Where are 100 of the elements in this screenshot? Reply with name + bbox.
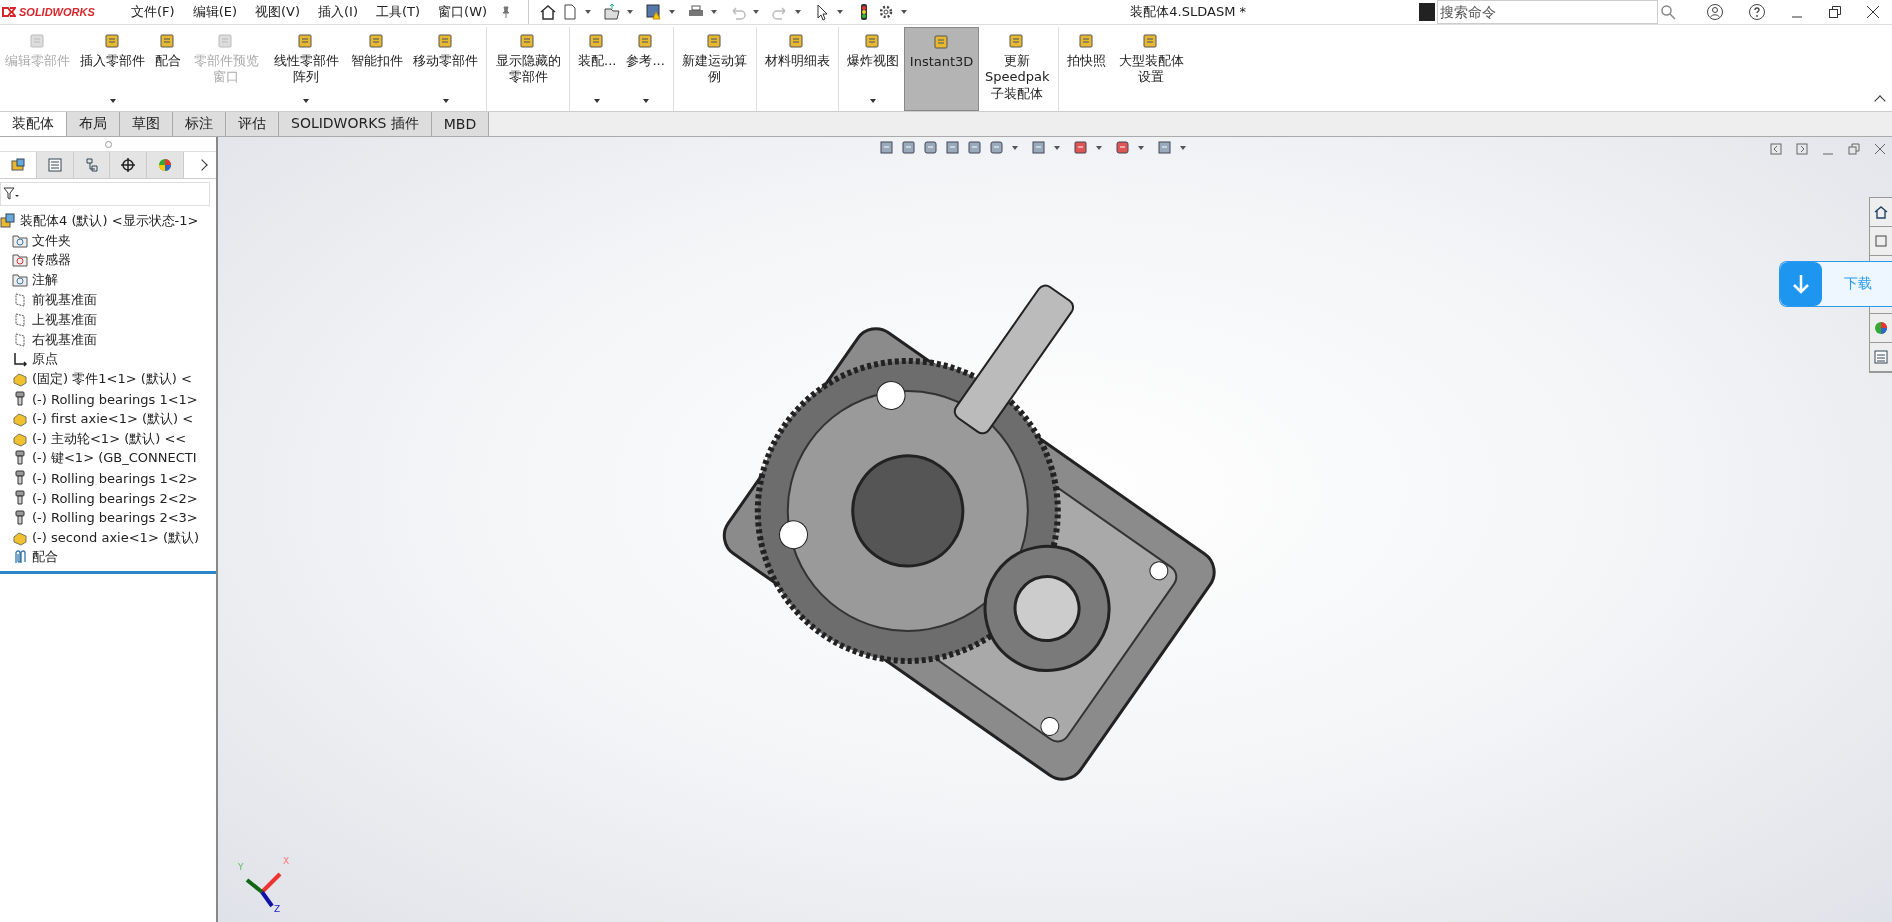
tree-item[interactable]: (-) Rolling bearings 2<2> [0,488,216,508]
origin-icon [12,351,28,368]
tab[interactable]: 标注 [173,112,226,136]
tab[interactable]: 评估 [226,112,279,136]
tree-item[interactable]: 文件夹 [0,230,216,251]
tree-item[interactable]: 传感器 [0,250,216,271]
restore-icon[interactable] [1828,5,1842,19]
ribbon-button[interactable]: 智能扣件 [346,27,408,111]
plane-icon [12,311,28,328]
menu-item[interactable]: 插入(I) [309,3,367,21]
bolt-icon [12,450,28,467]
caret-icon[interactable] [753,10,760,14]
filter-field[interactable] [0,182,210,206]
menu-item[interactable]: 窗口(W) [429,3,497,21]
task-pane-tab[interactable] [1870,343,1892,372]
ribbon-button[interactable]: 装配... [573,27,622,111]
hide-show-icon[interactable] [1030,139,1048,157]
display-style-icon[interactable] [988,139,1006,157]
ribbon-button[interactable]: Instant3D [903,27,980,111]
tab[interactable]: 装配体 [0,112,67,136]
tree-item[interactable]: (-) second axie<1> (默认) [0,527,216,548]
caret-icon[interactable] [1054,146,1060,150]
crosshair-tab[interactable] [110,152,148,178]
caret-icon[interactable] [669,10,676,14]
monitor-icon[interactable] [1156,139,1174,157]
save-icon[interactable] [645,3,664,21]
scene-icon[interactable] [1114,139,1132,157]
ribbon-button[interactable]: 配合 [150,27,186,111]
hierarchy-icon [83,157,100,173]
search-icon[interactable] [1660,4,1676,20]
menu-item[interactable]: 编辑(E) [183,3,246,21]
ribbon-button[interactable]: 更新 Speedpak 子装配体 [979,27,1060,111]
zoom-fit-icon[interactable] [878,139,896,157]
tree-item[interactable]: (-) 主动轮<1> (默认) << [0,428,216,449]
task-pane-tab[interactable] [1870,314,1892,343]
caret-icon[interactable] [1180,146,1186,150]
caret-icon[interactable] [837,10,844,14]
tree-item[interactable]: (固定) 零件1<1> (默认) < [0,369,216,390]
caret-icon[interactable] [711,10,718,14]
previous-view-icon[interactable] [922,139,940,157]
ribbon-button[interactable]: 插入零部件 [75,27,150,111]
tree-item[interactable]: 右视基准面 [0,329,216,350]
tree-item[interactable]: 注解 [0,270,216,291]
ribbon-button[interactable]: 线性零部件阵列 [266,27,346,111]
caret-icon[interactable] [442,99,449,103]
caret-icon[interactable] [869,99,876,103]
caret-icon[interactable] [585,10,592,14]
ribbon-button[interactable]: 新建运动算例 [676,27,757,111]
tree-item[interactable]: (-) Rolling bearings 1<1> [0,389,216,409]
dynamic-annotation-icon[interactable] [966,139,984,157]
caret-icon[interactable] [594,99,601,103]
help-icon[interactable] [1748,3,1766,21]
ribbon-button[interactable]: 材料明细表 [759,27,839,111]
caret-icon[interactable] [642,99,649,103]
open-icon[interactable] [603,3,622,21]
tree-item[interactable]: 前视基准面 [0,290,216,310]
section-icon[interactable] [944,139,962,157]
caret-icon[interactable] [901,10,908,14]
caret-icon[interactable] [627,10,634,14]
user-icon[interactable] [1706,3,1724,21]
ribbon-button[interactable]: 大型装配体设置 [1111,27,1192,111]
tree-item[interactable]: 上视基准面 [0,310,216,330]
appearance-icon[interactable] [1072,139,1090,157]
tab[interactable]: SOLIDWORKS 插件 [279,112,432,136]
ribbon-button[interactable]: 移动零部件 [408,27,487,111]
caret-icon[interactable] [303,99,309,103]
ribbon-button[interactable]: 拍快照 [1062,27,1112,111]
caret-icon[interactable] [1096,146,1102,150]
caret-icon[interactable] [1012,146,1018,150]
tree-item[interactable]: (-) first axie<1> (默认) < [0,408,216,429]
sphere-icon [1873,320,1889,336]
ribbon-button[interactable]: 参考... [621,27,674,111]
close-icon[interactable] [1866,5,1880,19]
home-icon[interactable] [539,3,558,21]
ribbon-button[interactable]: 显示隐藏的零部件 [490,27,570,111]
tree-item[interactable]: 装配体4 (默认) <显示状态-1> [0,211,216,231]
zoom-area-icon[interactable] [900,139,918,157]
tab[interactable]: 布局 [67,112,120,136]
assembly-icon [9,157,26,173]
tab[interactable]: 草图 [120,112,173,136]
tree-item[interactable]: (-) Rolling bearings 1<2> [0,468,216,489]
menu-item[interactable]: 工具(T) [367,3,430,21]
tab[interactable]: MBD [431,112,490,136]
menu-item[interactable]: 视图(V) [246,3,310,21]
task-pane-tab[interactable] [1870,198,1892,227]
ribbon-button[interactable]: 爆炸视图 [841,27,904,111]
caret-icon[interactable] [1138,146,1144,150]
appearance-tab[interactable] [147,152,185,178]
caret-icon[interactable] [109,99,116,103]
property-tab[interactable] [36,152,74,178]
panel-left-icon[interactable] [1770,143,1782,155]
caret-icon[interactable] [795,10,802,14]
tree-item[interactable]: 原点 [0,349,216,370]
tree-item[interactable]: (-) Rolling bearings 2<3> [0,507,216,528]
tree-item[interactable]: (-) 键<1> (GB_CONNECTI [0,448,216,469]
menu-item[interactable]: 文件(F) [122,3,184,21]
tree-item[interactable]: 配合 [0,547,216,568]
panel-right-icon[interactable] [1796,143,1808,155]
crosshair-icon [120,157,137,173]
search-field[interactable]: 搜索命令 [1437,0,1658,24]
